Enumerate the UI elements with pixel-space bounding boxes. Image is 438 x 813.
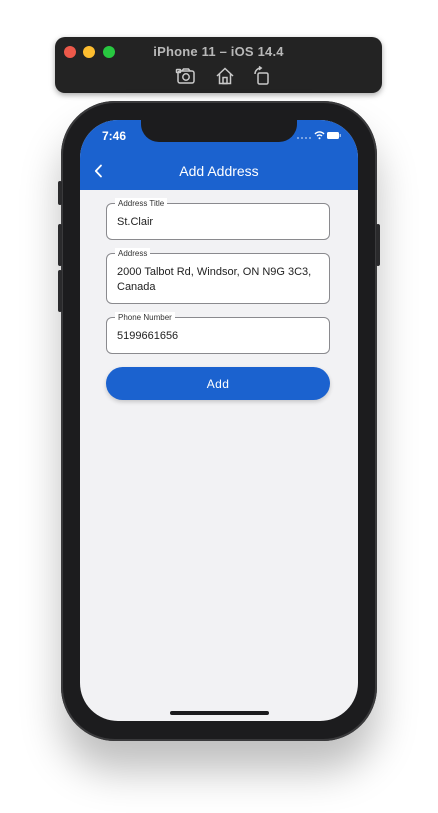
screenshot-icon[interactable] xyxy=(175,65,197,87)
phone-number-label: Phone Number xyxy=(115,312,175,323)
phone-number-value[interactable]: 5199661656 xyxy=(117,329,321,344)
wifi-icon xyxy=(314,131,325,137)
status-time: 7:46 xyxy=(102,129,127,143)
phone-screen: 7:46 Add Address Address Title St.Clair … xyxy=(80,120,358,721)
simulator-title: iPhone 11 – iOS 14.4 xyxy=(153,44,284,59)
battery-icon xyxy=(327,132,341,139)
address-title-label: Address Title xyxy=(115,198,168,209)
add-button[interactable]: Add xyxy=(106,367,330,400)
address-title-value[interactable]: St.Clair xyxy=(117,215,321,230)
phone-number-field[interactable]: Phone Number 5199661656 xyxy=(106,312,330,354)
notch xyxy=(141,120,297,142)
power-button xyxy=(376,224,380,266)
home-indicator[interactable] xyxy=(170,711,269,715)
address-field[interactable]: Address 2000 Talbot Rd, Windsor, ON N9G … xyxy=(106,248,330,304)
address-label: Address xyxy=(115,248,151,259)
mute-switch xyxy=(58,181,62,205)
volume-down-button xyxy=(58,270,62,312)
home-icon[interactable] xyxy=(214,65,236,87)
status-icons xyxy=(296,130,342,140)
volume-up-button xyxy=(58,224,62,266)
address-value[interactable]: 2000 Talbot Rd, Windsor, ON N9G 3C3, Can… xyxy=(117,265,321,295)
rotate-icon[interactable] xyxy=(251,65,273,87)
simulator-toolbar: iPhone 11 – iOS 14.4 xyxy=(55,37,382,93)
page-title: Add Address xyxy=(179,163,259,179)
signal-icon xyxy=(297,137,311,139)
address-title-field[interactable]: Address Title St.Clair xyxy=(106,198,330,240)
